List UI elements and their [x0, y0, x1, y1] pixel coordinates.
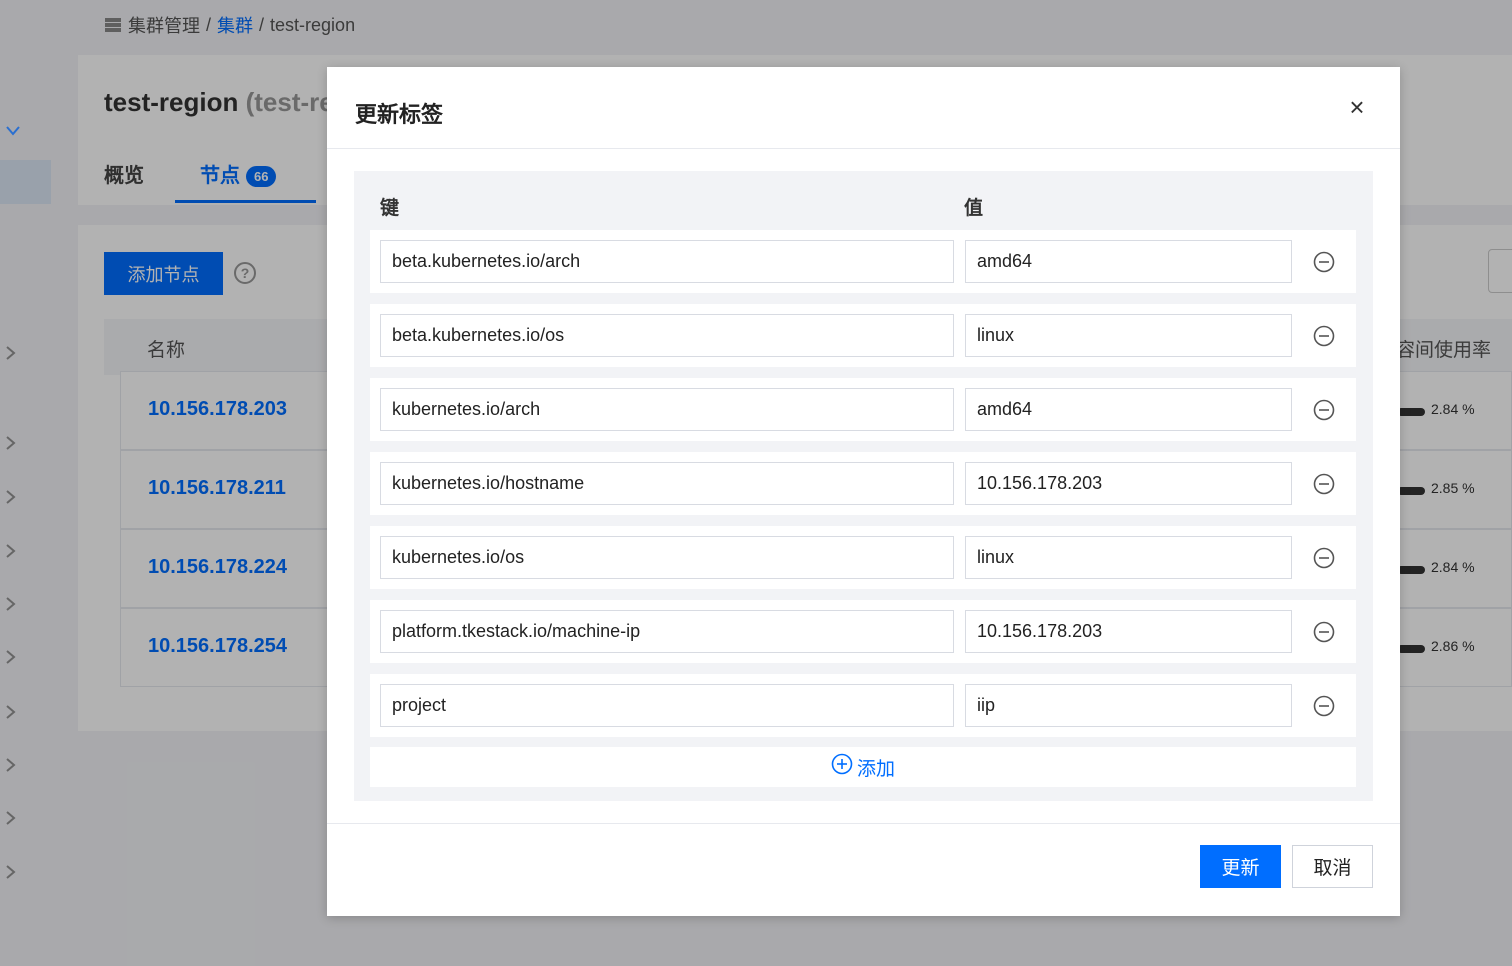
- label-key-input[interactable]: beta.kubernetes.io/os: [380, 314, 954, 357]
- label-value-input[interactable]: linux: [965, 314, 1292, 357]
- update-button[interactable]: 更新: [1200, 845, 1281, 888]
- label-row: kubernetes.io/os linux: [370, 526, 1356, 589]
- label-key-input[interactable]: kubernetes.io/hostname: [380, 462, 954, 505]
- chevron-right-icon[interactable]: [6, 758, 20, 772]
- update-labels-dialog: 更新标签 × 键 值 beta.kubernetes.io/arch amd64…: [327, 67, 1400, 916]
- plus-circle-icon: [831, 753, 853, 781]
- chevron-right-icon[interactable]: [6, 705, 20, 719]
- labels-editor: 键 值 beta.kubernetes.io/arch amd64 beta.k…: [354, 171, 1373, 801]
- chevron-right-icon[interactable]: [6, 597, 20, 611]
- minus-circle-icon[interactable]: [1313, 547, 1335, 569]
- chevron-right-icon[interactable]: [6, 544, 20, 558]
- label-key-input[interactable]: project: [380, 684, 954, 727]
- label-key-input[interactable]: kubernetes.io/os: [380, 536, 954, 579]
- label-value-input[interactable]: 10.156.178.203: [965, 462, 1292, 505]
- label-row: platform.tkestack.io/machine-ip 10.156.1…: [370, 600, 1356, 663]
- minus-circle-icon[interactable]: [1313, 399, 1335, 421]
- label-key-input[interactable]: kubernetes.io/arch: [380, 388, 954, 431]
- chevron-right-icon[interactable]: [6, 490, 20, 504]
- label-row: kubernetes.io/arch amd64: [370, 378, 1356, 441]
- label-value-input[interactable]: amd64: [965, 240, 1292, 283]
- minus-circle-icon[interactable]: [1313, 251, 1335, 273]
- label-key-input[interactable]: beta.kubernetes.io/arch: [380, 240, 954, 283]
- minus-circle-icon[interactable]: [1313, 473, 1335, 495]
- minus-circle-icon[interactable]: [1313, 695, 1335, 717]
- add-label-button[interactable]: 添加: [370, 747, 1356, 787]
- label-value-input[interactable]: iip: [965, 684, 1292, 727]
- key-column-header: 键: [380, 198, 400, 219]
- divider: [327, 823, 1400, 824]
- label-value-input[interactable]: 10.156.178.203: [965, 610, 1292, 653]
- label-row: beta.kubernetes.io/os linux: [370, 304, 1356, 367]
- label-value-input[interactable]: linux: [965, 536, 1292, 579]
- value-column-header: 值: [964, 198, 984, 219]
- minus-circle-icon[interactable]: [1313, 621, 1335, 643]
- divider: [327, 148, 1400, 149]
- label-row: kubernetes.io/hostname 10.156.178.203: [370, 452, 1356, 515]
- chevron-right-icon[interactable]: [6, 650, 20, 664]
- add-label-text: 添加: [856, 758, 895, 780]
- cancel-button[interactable]: 取消: [1292, 845, 1373, 888]
- chevron-right-icon[interactable]: [6, 346, 20, 360]
- label-row: project iip: [370, 674, 1356, 737]
- minus-circle-icon[interactable]: [1313, 325, 1335, 347]
- close-icon[interactable]: ×: [1345, 94, 1369, 120]
- dialog-title: 更新标签: [355, 102, 444, 127]
- chevron-right-icon[interactable]: [6, 865, 20, 879]
- chevron-down-icon[interactable]: [6, 126, 20, 140]
- label-key-input[interactable]: platform.tkestack.io/machine-ip: [380, 610, 954, 653]
- chevron-right-icon[interactable]: [6, 436, 20, 450]
- chevron-right-icon[interactable]: [6, 811, 20, 825]
- label-value-input[interactable]: amd64: [965, 388, 1292, 431]
- label-row: beta.kubernetes.io/arch amd64: [370, 230, 1356, 293]
